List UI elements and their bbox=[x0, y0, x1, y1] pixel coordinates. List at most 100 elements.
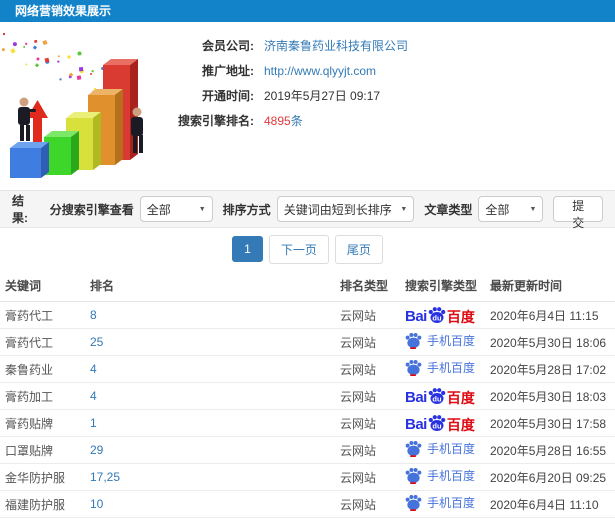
mobile-baidu-logo: 手机百度 bbox=[405, 359, 475, 376]
rank-cell[interactable]: 8 bbox=[85, 301, 335, 329]
table-row: 秦鲁药业 4 云网站 手机百度 2020年5月28日 17:02 bbox=[0, 355, 615, 383]
company-label: 会员公司: bbox=[202, 39, 254, 53]
page-title: 网络营销效果展示 bbox=[15, 4, 112, 18]
table-row: 膏药贴牌 1 云网站 Bai du 百度 2020年5月30日 17:58 bbox=[0, 409, 615, 437]
baidu-paw-icon: du bbox=[428, 415, 446, 431]
table-row: 福建防护服 10 云网站 手机百度 2020年6月4日 11:10 bbox=[0, 490, 615, 518]
caret-down-icon: ▼ bbox=[529, 205, 537, 213]
rank-type-cell: 云网站 bbox=[335, 436, 400, 464]
results-filter-bar: 结果: 分搜索引擎查看 全部 ▼ 排序方式 关键词由短到长排序 ▼ 文章类型 全… bbox=[0, 190, 615, 230]
engine-cell: 手机百度 bbox=[400, 355, 485, 383]
table-row: 膏药代工 25 云网站 手机百度 2020年5月30日 18:06 bbox=[0, 328, 615, 356]
updated-cell: 2020年6月20日 09:25 bbox=[485, 463, 615, 491]
mobile-baidu-paw-icon bbox=[405, 333, 422, 349]
bar-green bbox=[44, 131, 79, 175]
sort-order-label: 排序方式 bbox=[222, 202, 271, 217]
promo-url-link[interactable]: http://www.qlyyjt.com bbox=[264, 64, 376, 78]
baidu-paw-icon: du bbox=[428, 388, 446, 404]
engine-cell: Bai du 百度 bbox=[400, 409, 485, 437]
engine-cell: 手机百度 bbox=[400, 463, 485, 491]
bar-blue bbox=[10, 142, 49, 178]
table-row: 膏药代工 8 云网站 Bai du 百度 2020年6月4日 11:15 bbox=[0, 301, 615, 329]
baidu-paw-icon: du bbox=[428, 307, 446, 323]
keyword-cell: 膏药代工 bbox=[0, 301, 85, 329]
baidu-logo-cn-text: 百度 bbox=[446, 417, 475, 433]
opened-time-row: 开通时间: 2019年5月27日 09:17 bbox=[168, 88, 408, 105]
rank-cell[interactable]: 1 bbox=[85, 409, 335, 437]
results-table: 关键词 排名 排名类型 搜索引擎类型 最新更新时间 膏药代工 8 云网站 Bai du 百度 202… bbox=[0, 270, 615, 520]
mobile-baidu-logo: 手机百度 bbox=[405, 332, 475, 349]
sort-order-select[interactable]: 关键词由短到长排序 ▼ bbox=[276, 196, 415, 222]
article-type-select[interactable]: 全部 ▼ bbox=[478, 196, 544, 222]
engine-cell: 手机百度 bbox=[400, 328, 485, 356]
baidu-logo-cn-text: 百度 bbox=[446, 309, 475, 325]
baidu-logo: Bai du 百度 bbox=[405, 414, 475, 432]
updated-cell: 2020年6月4日 11:15 bbox=[485, 301, 615, 329]
rank-cell[interactable]: 10 bbox=[85, 490, 335, 518]
submit-button[interactable]: 提交 bbox=[553, 196, 603, 230]
keyword-cell: 膏药贴牌 bbox=[0, 409, 85, 437]
column-header: 搜索引擎类型 bbox=[400, 270, 485, 302]
bar-chart-illustration bbox=[0, 30, 170, 182]
baidu-logo-text: Bai bbox=[405, 389, 427, 406]
engine-rank-row: 搜索引擎排名: 4895条 bbox=[168, 113, 408, 130]
caret-down-icon: ▼ bbox=[198, 205, 206, 213]
rank-cell[interactable]: 4 bbox=[85, 355, 335, 383]
keyword-cell: 福建防护服 bbox=[0, 490, 85, 518]
mobile-baidu-label: 手机百度 bbox=[427, 496, 476, 510]
svg-text:du: du bbox=[432, 395, 442, 404]
company-link[interactable]: 济南秦鲁药业科技有限公司 bbox=[264, 39, 408, 53]
rank-cell[interactable]: 4 bbox=[85, 382, 335, 410]
rank-cell[interactable]: 25 bbox=[85, 328, 335, 356]
pagination: 1 下一页 尾页 bbox=[0, 228, 615, 270]
next-page-button[interactable]: 下一页 bbox=[268, 234, 329, 264]
page-1-button[interactable]: 1 bbox=[232, 236, 263, 262]
sort-order-value: 关键词由短到长排序 bbox=[283, 202, 392, 217]
opened-time-label: 开通时间: bbox=[202, 89, 254, 103]
column-header: 关键词 bbox=[0, 270, 85, 302]
promo-url-row: 推广地址: http://www.qlyyjt.com bbox=[168, 63, 408, 80]
mobile-baidu-logo: 手机百度 bbox=[405, 467, 475, 484]
table-row: 膏药加工 4 云网站 Bai du 百度 2020年5月30日 18:03 bbox=[0, 382, 615, 410]
rank-type-cell: 云网站 bbox=[335, 409, 400, 437]
search-engine-filter-select[interactable]: 全部 ▼ bbox=[139, 196, 213, 222]
filter-controls: 分搜索引擎查看 全部 ▼ 排序方式 关键词由短到长排序 ▼ 文章类型 全部 ▼ … bbox=[40, 196, 603, 230]
keyword-cell: 膏药加工 bbox=[0, 382, 85, 410]
keyword-cell: 金华防护服 bbox=[0, 463, 85, 491]
rank-type-cell: 云网站 bbox=[335, 382, 400, 410]
table-row: 金华防护服 17,25 云网站 手机百度 2020年6月20日 09:25 bbox=[0, 463, 615, 491]
engine-cell: 手机百度 bbox=[400, 436, 485, 464]
keyword-cell: 秦鲁药业 bbox=[0, 355, 85, 383]
engine-filter-label: 分搜索引擎查看 bbox=[49, 202, 134, 217]
baidu-logo-text: Bai bbox=[405, 416, 427, 433]
search-engine-filter-value: 全部 bbox=[146, 202, 171, 217]
engine-rank-value: 4895条 bbox=[264, 114, 303, 128]
growth-arrow-icon bbox=[27, 100, 48, 142]
promo-url-label: 推广地址: bbox=[202, 64, 254, 78]
column-header: 排名 bbox=[85, 270, 335, 302]
rank-type-cell: 云网站 bbox=[335, 490, 400, 518]
baidu-logo-cn-text: 百度 bbox=[446, 390, 475, 406]
keyword-cell: 膏药代工 bbox=[0, 328, 85, 356]
mobile-baidu-logo: 手机百度 bbox=[405, 440, 475, 457]
table-header-row: 关键词 排名 排名类型 搜索引擎类型 最新更新时间 bbox=[0, 270, 615, 302]
opened-time-value: 2019年5月27日 09:17 bbox=[264, 89, 381, 103]
mobile-baidu-label: 手机百度 bbox=[427, 469, 476, 483]
mobile-baidu-paw-icon bbox=[405, 495, 422, 511]
updated-cell: 2020年5月30日 18:03 bbox=[485, 382, 615, 410]
updated-cell: 2020年6月4日 11:10 bbox=[485, 490, 615, 518]
last-page-button[interactable]: 尾页 bbox=[334, 234, 383, 264]
rank-type-cell: 云网站 bbox=[335, 463, 400, 491]
titlebar: 网络营销效果展示 bbox=[0, 0, 615, 22]
table-row: 口罩贴牌 29 云网站 手机百度 2020年5月28日 16:55 bbox=[0, 436, 615, 464]
engine-cell: Bai du 百度 bbox=[400, 382, 485, 410]
rank-cell[interactable]: 17,25 bbox=[85, 463, 335, 491]
rank-cell[interactable]: 29 bbox=[85, 436, 335, 464]
baidu-logo: Bai du 百度 bbox=[405, 387, 475, 405]
mobile-baidu-label: 手机百度 bbox=[427, 334, 476, 348]
member-info-panel: 会员公司: 济南秦鲁药业科技有限公司 推广地址: http://www.qlyyjt… bbox=[168, 38, 408, 138]
mobile-baidu-logo: 手机百度 bbox=[405, 494, 475, 511]
article-type-value: 全部 bbox=[485, 202, 510, 217]
caret-down-icon: ▼ bbox=[400, 205, 408, 213]
engine-cell: Bai du 百度 bbox=[400, 301, 485, 329]
